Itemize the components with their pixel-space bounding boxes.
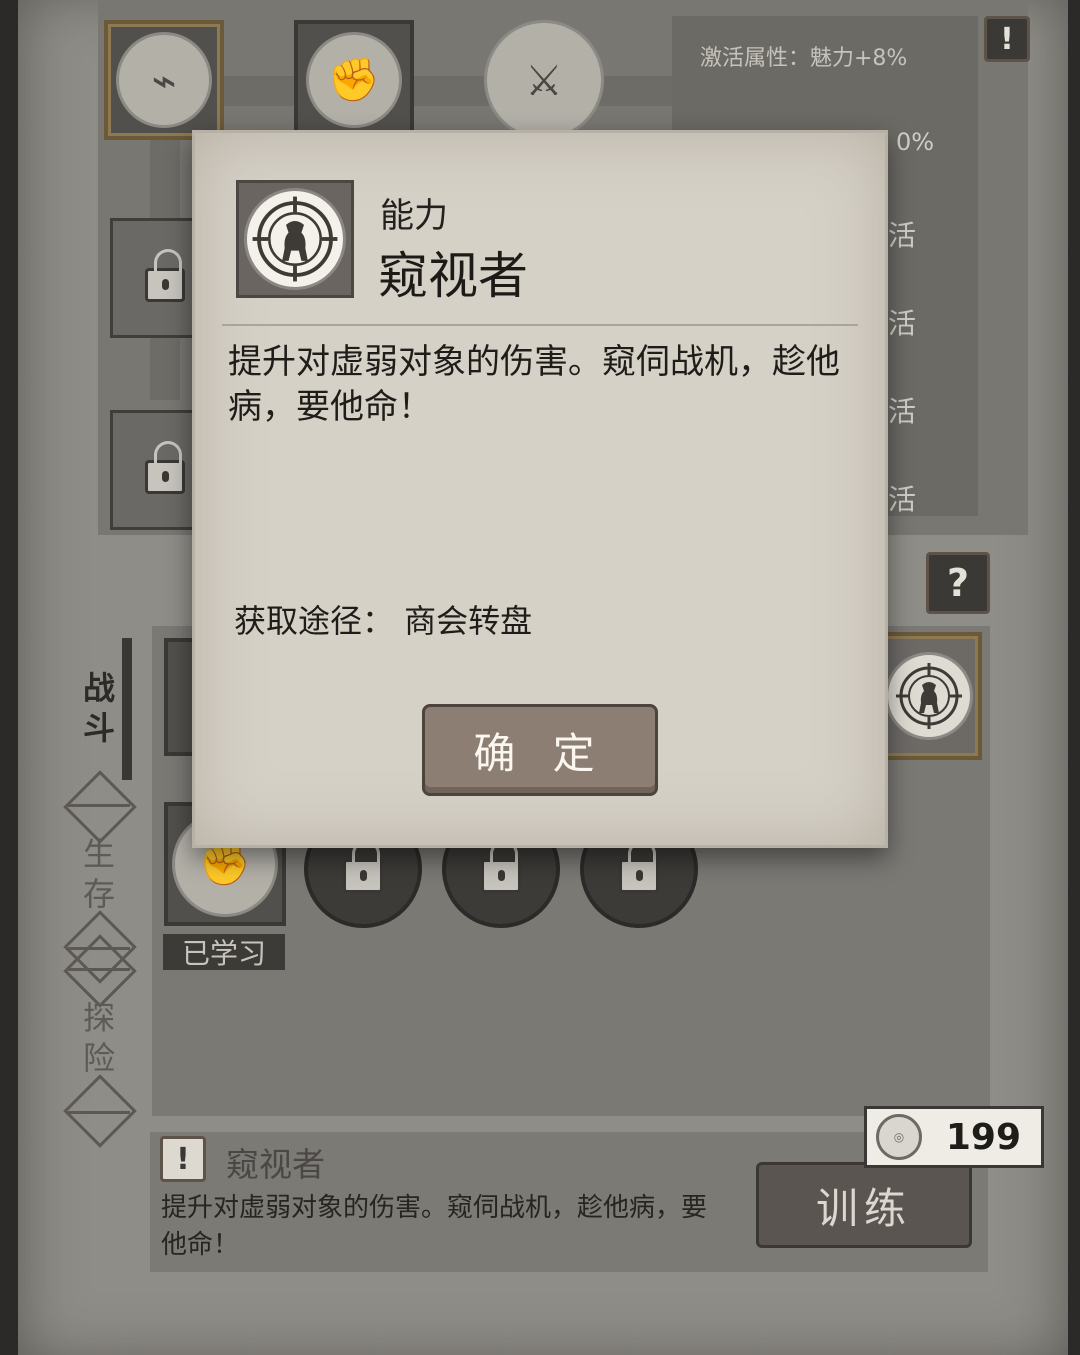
info-description: 提升对虚弱对象的伤害。窥伺战机，趁他病，要他命！ [161, 1193, 708, 1260]
activate-label: 活 [888, 307, 917, 340]
bear-crosshair-icon [885, 652, 973, 740]
tab-explore[interactable]: 探险 [70, 998, 128, 1078]
info-badge-button[interactable]: ! [984, 16, 1030, 62]
stomach-icon: ⌁ [116, 32, 212, 128]
lock-icon [343, 840, 383, 893]
skill-boxer[interactable]: ⚔ [484, 20, 604, 140]
activate-label: 活 [888, 219, 917, 252]
help-button[interactable]: ? [926, 552, 990, 614]
dialog-skill-icon-frame [236, 180, 354, 298]
dialog-category: 能力 [380, 196, 448, 236]
dialog-skill-name: 窥视者 [378, 247, 528, 305]
lock-icon [619, 840, 659, 893]
fist-wrap-icon: ✊ [306, 32, 402, 128]
bear-crosshair-icon [244, 188, 346, 290]
boxer-icon: ⚔ [484, 20, 604, 140]
active-tab-indicator [122, 638, 132, 780]
confirm-button[interactable]: 确 定 [422, 704, 658, 796]
attribute-partial: 0% [896, 128, 935, 156]
activate-label: 活 [888, 483, 917, 516]
skill-fist-wrap[interactable]: ✊ [294, 20, 414, 140]
attribute-line: 激活属性：魅力+8% [700, 46, 908, 71]
activate-label: 活 [888, 395, 917, 428]
lock-icon [481, 840, 521, 893]
dialog-description: 提升对虚弱对象的伤害。窥伺战机，趁他病，要他命！ [228, 342, 840, 427]
skill-connector [150, 76, 710, 106]
lock-icon [145, 249, 185, 302]
learned-tag: 已学习 [163, 934, 285, 970]
cost-value: 199 [945, 1116, 1021, 1158]
dialog-source: 获取途径： 商会转盘 [234, 602, 533, 640]
skill-peeper-selected[interactable] [876, 632, 982, 760]
lock-icon [145, 441, 185, 494]
info-title: 窥视者 [226, 1145, 325, 1184]
skill-stomach[interactable]: ⌁ [104, 20, 224, 140]
coin-icon: ◎ [876, 1114, 922, 1160]
dialog-divider [222, 324, 858, 326]
tab-combat[interactable]: 战斗 [70, 668, 128, 748]
tab-survival[interactable]: 生存 [70, 834, 128, 914]
train-button[interactable]: 训练 [756, 1162, 972, 1248]
info-alert-badge: ! [160, 1136, 206, 1182]
